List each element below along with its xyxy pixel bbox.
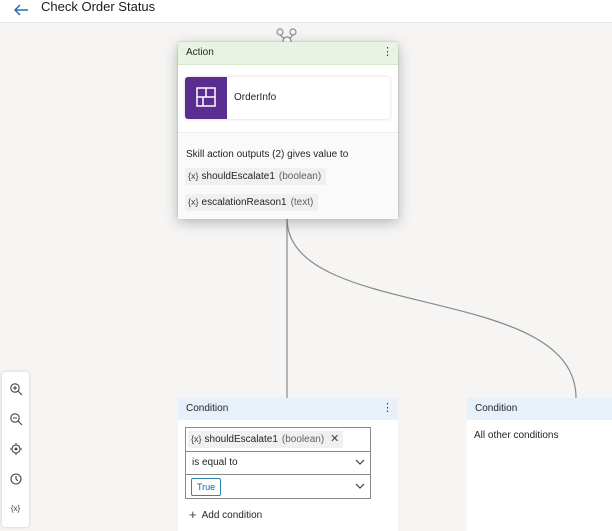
more-vertical-icon[interactable]: ⋮ [382, 398, 393, 420]
chevron-down-icon [355, 483, 365, 489]
variable-icon: {x} [188, 197, 199, 207]
variable-name: shouldEscalate1 [201, 171, 275, 182]
variable-name: shouldEscalate1 [204, 434, 278, 445]
output-variable-chip[interactable]: {x} shouldEscalate1 (boolean) [185, 168, 327, 185]
add-condition-label: Add condition [201, 510, 263, 521]
condition-editor: {x} shouldEscalate1 (boolean) ✕ is equal to… [185, 427, 371, 499]
skill-name: OrderInfo [234, 92, 277, 103]
other-conditions-node[interactable]: Condition All other conditions [467, 398, 612, 531]
operator-value: is equal to [192, 457, 238, 468]
condition-node-header: Condition [467, 398, 612, 420]
condition-node-title: Condition [475, 403, 518, 414]
variables-label: {x} [10, 504, 21, 513]
variable-type: (boolean) [281, 434, 325, 445]
add-condition-button[interactable]: + Add condition [189, 506, 263, 522]
action-node-title: Action [186, 47, 214, 58]
outputs-section: Skill action outputs (2) gives value to … [178, 132, 398, 219]
condition-node-header: Condition ⋮ [178, 398, 398, 420]
table-grid-icon [185, 77, 227, 119]
condition-variable-row[interactable]: {x} shouldEscalate1 (boolean) ✕ [186, 428, 370, 452]
recenter-icon[interactable] [2, 435, 29, 462]
operator-dropdown[interactable]: is equal to [186, 451, 370, 475]
close-icon[interactable]: ✕ [330, 433, 339, 445]
history-icon[interactable] [2, 465, 29, 492]
action-node-header: Action ⋮ [178, 42, 398, 65]
connector-dot [289, 28, 297, 36]
more-vertical-icon[interactable]: ⋮ [382, 42, 393, 64]
variable-type: (boolean) [278, 171, 322, 182]
value-dropdown[interactable]: True [186, 475, 370, 498]
variable-icon: {x} [191, 434, 202, 444]
value-pill: True [191, 478, 222, 496]
outputs-description: Skill action outputs (2) gives value to [186, 149, 349, 160]
top-bar: Check Order Status [0, 0, 612, 23]
action-node[interactable]: Action ⋮ OrderInfo Skill action outputs … [178, 42, 398, 219]
canvas-toolbar: {x} [2, 372, 29, 527]
variable-name: escalationReason1 [201, 197, 287, 208]
output-variable-chip[interactable]: {x} escalationReason1 (text) [185, 194, 319, 211]
arrow-left-icon[interactable] [12, 2, 30, 18]
page-title: Check Order Status [41, 0, 156, 14]
condition-variable-chip[interactable]: {x} shouldEscalate1 (boolean) ✕ [188, 431, 344, 448]
variable-type: (text) [290, 197, 314, 208]
condition-node-title: Condition [186, 403, 229, 414]
condition-node[interactable]: Condition ⋮ {x} shouldEscalate1 (boolean) ✕… [178, 398, 398, 531]
variable-icon: {x} [188, 171, 199, 181]
connector-dot [276, 28, 284, 36]
skill-tile[interactable]: OrderInfo [185, 77, 390, 119]
chevron-down-icon [355, 459, 365, 465]
zoom-out-icon[interactable] [2, 405, 29, 432]
variables-icon[interactable]: {x} [2, 495, 29, 522]
plus-icon: + [189, 507, 197, 522]
zoom-in-icon[interactable] [2, 375, 29, 402]
other-conditions-label: All other conditions [474, 430, 559, 441]
